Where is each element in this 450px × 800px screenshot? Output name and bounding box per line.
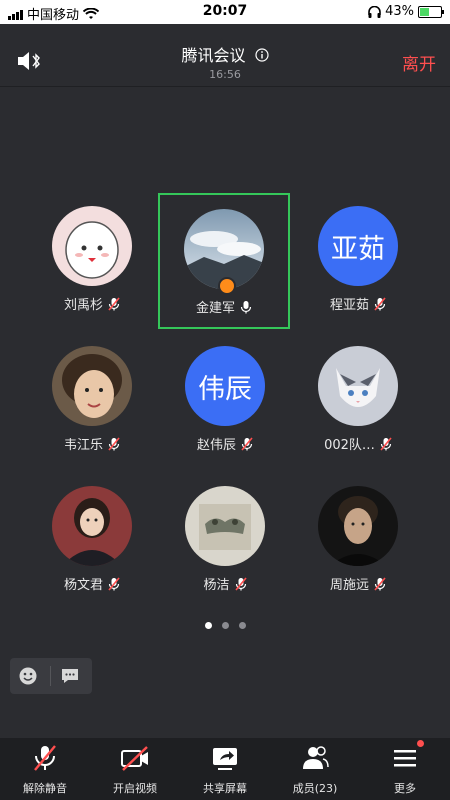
participant-tile[interactable]: 刘禹杉 [26,190,158,326]
participant-tile[interactable]: 杨文君 [26,470,158,606]
mic-muted-icon [34,745,56,771]
avatar: 伟辰 [185,346,265,426]
divider [50,666,51,686]
page-dot[interactable] [221,622,229,629]
mic-muted-icon [380,436,392,451]
avatar [318,346,398,426]
participant-name: 韦江乐 [63,438,103,453]
participant-name: 刘禹杉 [63,298,103,313]
members-icon [303,746,329,769]
meeting-elapsed-time: 16:56 [209,68,241,81]
share-screen-icon [213,748,237,770]
bottom-toolbar: 解除静音 开启视频 共享屏幕 成员(23) 更多 [0,738,450,800]
page-dot[interactable] [238,622,246,629]
unmute-button[interactable]: 解除静音 [0,738,90,800]
more-button[interactable]: 更多 [360,738,450,800]
battery-percent: 43% [385,4,414,19]
share-screen-label: 共享屏幕 [203,782,247,795]
video-off-icon [121,746,148,771]
chat-icon[interactable] [60,666,80,686]
meeting-title[interactable]: 腾讯会议 [0,42,450,66]
avatar [318,486,398,566]
participant-name: 杨洁 [203,578,230,593]
info-icon[interactable] [254,48,269,62]
avatar [52,206,132,286]
participant-name: 金建军 [195,301,235,316]
mic-muted-icon [241,436,253,451]
avatar [52,486,132,566]
participant-name: 杨文君 [63,578,103,593]
status-bar: 中国移动 20:07 43% [0,0,450,24]
participant-tile[interactable]: 亚茹 程亚茹 [292,190,424,326]
participant-tile[interactable]: 伟辰 赵伟辰 [159,330,291,466]
emoji-icon[interactable] [18,666,38,686]
mic-icon [240,300,252,313]
unmute-label: 解除静音 [23,782,67,795]
avatar [185,486,265,566]
leave-button[interactable]: 离开 [402,50,436,75]
mic-muted-icon [108,576,120,591]
participant-name: 程亚茹 [329,298,369,313]
battery-icon [418,5,444,18]
avatar [52,346,132,426]
notification-dot [417,740,424,747]
participant-tile[interactable]: 杨洁 [159,470,291,606]
participant-name: 002队… [324,438,375,453]
participant-name: 周施远 [329,578,369,593]
page-indicator[interactable] [0,622,450,629]
avatar: 亚茹 [318,206,398,286]
participant-tile[interactable]: 韦江乐 [26,330,158,466]
start-video-button[interactable]: 开启视频 [90,738,180,800]
start-video-label: 开启视频 [113,782,157,795]
mic-muted-icon [108,296,120,311]
headphones-icon [368,5,381,18]
meeting-title-text: 腾讯会议 [181,46,246,65]
share-screen-button[interactable]: 共享屏幕 [180,738,270,800]
page-dot[interactable] [204,622,212,629]
mic-muted-icon [374,576,386,591]
participant-name: 赵伟辰 [196,438,236,453]
mic-muted-icon [108,436,120,451]
participant-tile[interactable]: 002队… [292,330,424,466]
mic-muted-icon [234,576,247,591]
host-icon [218,277,236,295]
participant-tile-active-speaker[interactable]: 金建军 [158,193,290,329]
mic-muted-icon [374,296,386,311]
meeting-header: 腾讯会议 16:56 离开 [0,24,450,87]
more-label: 更多 [394,782,416,795]
members-label: 成员(23) [292,782,338,795]
more-menu-icon [390,740,424,772]
participant-tile[interactable]: 周施远 [292,470,424,606]
members-button[interactable]: 成员(23) [270,738,360,800]
quick-tools [10,658,92,694]
